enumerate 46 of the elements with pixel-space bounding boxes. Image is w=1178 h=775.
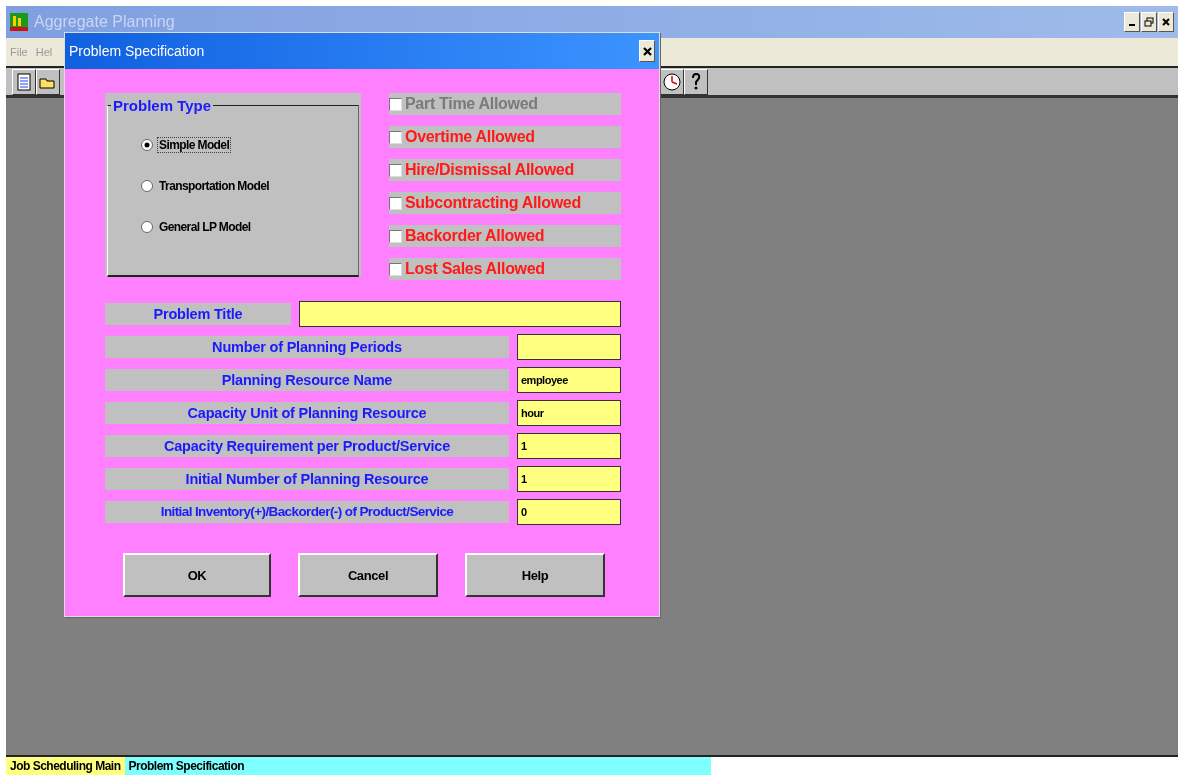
minimize-button[interactable]: [1124, 12, 1140, 32]
field-label: Number of Planning Periods: [105, 336, 509, 358]
group-label: Problem Type: [111, 97, 214, 114]
new-document-button[interactable]: [12, 68, 36, 95]
input-field[interactable]: employee: [517, 367, 621, 393]
field-label: Capacity Requirement per Product/Service: [105, 435, 509, 457]
radio-label[interactable]: General LP Model: [157, 219, 253, 235]
checkbox[interactable]: [389, 262, 402, 276]
help-button[interactable]: [684, 68, 708, 95]
radio-label[interactable]: Simple Model: [157, 137, 232, 153]
close-icon[interactable]: [642, 46, 652, 56]
status-item: Job Scheduling Main: [6, 757, 125, 775]
close-button[interactable]: [639, 40, 655, 62]
field-label: Initial Inventory(+)/Backorder(-) of Product/Service: [105, 501, 509, 523]
radio-button[interactable]: [141, 180, 153, 192]
field-label: Planning Resource Name: [105, 369, 509, 391]
field-label: Problem Title: [105, 303, 291, 325]
checkbox[interactable]: [389, 130, 402, 144]
close-icon[interactable]: [1162, 18, 1170, 26]
input-field[interactable]: hour: [517, 400, 621, 426]
dialog-title: Problem Specification: [69, 43, 205, 59]
dialog-button[interactable]: Help: [465, 553, 605, 597]
checkbox[interactable]: [389, 229, 402, 243]
input-field[interactable]: [299, 301, 621, 327]
radio-button[interactable]: [141, 139, 153, 151]
radio-button[interactable]: [141, 221, 153, 233]
field-label: Capacity Unit of Planning Resource: [105, 402, 509, 424]
dialog-button[interactable]: OK: [123, 553, 271, 597]
input-field[interactable]: [517, 334, 621, 360]
window-title: Aggregate Planning: [34, 13, 175, 31]
document-icon[interactable]: [17, 72, 31, 91]
close-button[interactable]: [1158, 12, 1174, 32]
input-field[interactable]: 1: [517, 466, 621, 492]
input-field[interactable]: 0: [517, 499, 621, 525]
input-field[interactable]: 1: [517, 433, 621, 459]
checkbox[interactable]: [389, 163, 402, 177]
open-folder-button[interactable]: [36, 68, 60, 95]
app-icon: [10, 13, 28, 31]
restore-icon[interactable]: [1144, 17, 1154, 27]
dialog-button[interactable]: Cancel: [298, 553, 438, 597]
radio-label[interactable]: Transportation Model: [157, 178, 271, 194]
field-label: Initial Number of Planning Resource: [105, 468, 509, 490]
status-item: Problem Specification: [124, 757, 711, 775]
checkbox[interactable]: [389, 196, 402, 210]
restore-button[interactable]: [1141, 12, 1157, 32]
help-icon[interactable]: [690, 72, 702, 91]
